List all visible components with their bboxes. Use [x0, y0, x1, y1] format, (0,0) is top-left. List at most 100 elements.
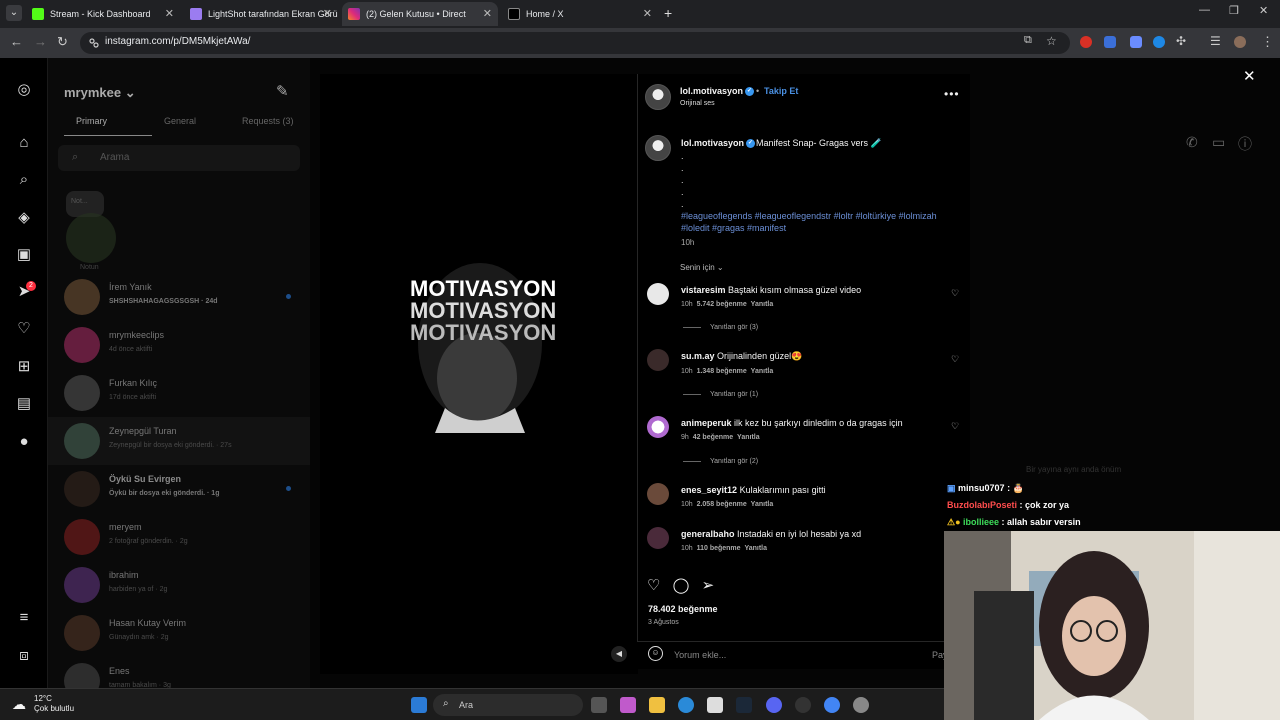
start-windows-icon[interactable]: [411, 697, 427, 713]
comment-like-heart-icon[interactable]: ♡: [951, 288, 959, 299]
comment-username[interactable]: animeperuk: [681, 418, 732, 428]
conversation-item[interactable]: Hasan Kutay Verim Günaydın amk · 2g: [48, 609, 310, 657]
instagram-logo-icon[interactable]: ◎: [16, 82, 32, 98]
reading-list-icon[interactable]: ☰: [1210, 34, 1221, 48]
extension-blue-icon[interactable]: [1130, 36, 1142, 48]
comment-sort-dropdown[interactable]: Senin için ⌄: [680, 263, 724, 272]
home-icon[interactable]: ⌂: [16, 135, 32, 151]
more-options-icon[interactable]: •••: [944, 87, 960, 101]
reply-button[interactable]: Yanıtla: [737, 434, 760, 441]
audio-label[interactable]: Orijinal ses: [680, 100, 715, 107]
minimize-button[interactable]: —: [1199, 4, 1210, 16]
info-icon[interactable]: ⓘ: [1238, 134, 1252, 154]
likes-count[interactable]: 78.402 beğenme: [648, 604, 718, 614]
obs-icon[interactable]: [795, 697, 811, 713]
close-tab-icon[interactable]: ✕: [323, 2, 332, 26]
site-info-icon[interactable]: [88, 37, 100, 49]
profile-icon[interactable]: ●: [16, 434, 32, 450]
close-tab-icon[interactable]: ✕: [165, 2, 174, 26]
search-icon[interactable]: ⌕: [16, 172, 32, 188]
like-heart-icon[interactable]: ♡: [647, 577, 660, 594]
tab-kick[interactable]: Stream - Kick Dashboard ✕: [26, 2, 180, 26]
new-tab-button[interactable]: +: [664, 5, 672, 21]
comment-input[interactable]: Yorum ekle...: [674, 650, 726, 660]
tab-requests[interactable]: Requests (3): [242, 116, 294, 126]
reload-icon[interactable]: ↻: [57, 34, 68, 50]
explore-icon[interactable]: ◈: [16, 210, 32, 226]
tab-primary[interactable]: Primary: [76, 116, 107, 126]
author-avatar[interactable]: [645, 84, 671, 110]
mute-toggle-icon[interactable]: ◀: [611, 646, 627, 662]
conversation-item[interactable]: Öykü Su Evirgen Öykü bir dosya eki gönde…: [48, 465, 310, 513]
more-menu-icon[interactable]: ≡: [16, 610, 32, 626]
comment-like-heart-icon[interactable]: ♡: [951, 354, 959, 365]
view-replies-button[interactable]: Yanıtları gör (1): [683, 391, 758, 398]
task-view-icon[interactable]: [591, 697, 607, 713]
menu-kebab-icon[interactable]: ⋮: [1261, 34, 1274, 50]
address-bar[interactable]: instagram.com/p/DM5MkjetAWa/: [80, 32, 1070, 54]
new-message-icon[interactable]: ✎: [276, 82, 289, 100]
comment-avatar[interactable]: [647, 483, 669, 505]
close-window-button[interactable]: ✕: [1259, 4, 1268, 17]
comment-username[interactable]: su.m.ay: [681, 351, 715, 361]
comment-avatar[interactable]: [647, 349, 669, 371]
notifications-heart-icon[interactable]: ♡: [16, 321, 32, 337]
extension-shield-icon[interactable]: [1153, 36, 1165, 48]
tab-general[interactable]: General: [164, 116, 196, 126]
dashboard-icon[interactable]: ▤: [16, 396, 32, 412]
install-app-icon[interactable]: ⧉: [1024, 34, 1032, 47]
comment-like-heart-icon[interactable]: ♡: [951, 421, 959, 432]
view-replies-button[interactable]: Yanıtları gör (3): [683, 324, 758, 331]
conversation-item[interactable]: mrymkeeclips 4d önce aktifti: [48, 321, 310, 369]
reels-icon[interactable]: ▣: [16, 247, 32, 263]
extensions-puzzle-icon[interactable]: ✣: [1176, 34, 1186, 48]
back-icon[interactable]: ←: [10, 34, 23, 49]
emoji-icon[interactable]: ☺: [648, 646, 663, 661]
caption-avatar[interactable]: [645, 135, 671, 161]
video-call-icon[interactable]: ▭: [1212, 134, 1225, 151]
view-replies-button[interactable]: Yanıtları gör (2): [683, 458, 758, 465]
comment-avatar[interactable]: [647, 283, 669, 305]
tab-lightshot[interactable]: LightShot tarafından Ekran Görü ✕: [184, 2, 338, 26]
dm-search-input[interactable]: ⌕ Arama: [58, 145, 300, 171]
discord-icon[interactable]: [766, 697, 782, 713]
comment-username[interactable]: enes_seyit12: [681, 485, 737, 495]
tab-instagram[interactable]: (2) Gelen Kutusu • Direct ✕: [342, 2, 498, 26]
call-icon[interactable]: ✆: [1186, 134, 1198, 151]
maximize-button[interactable]: ❐: [1229, 4, 1239, 17]
extension-translate-icon[interactable]: [1104, 36, 1116, 48]
conversation-item[interactable]: Furkan Kılıç 17d önce aktifti: [48, 369, 310, 417]
caption-username[interactable]: lol.motivasyon ✓: [681, 138, 756, 149]
close-modal-icon[interactable]: ✕: [1243, 67, 1256, 85]
also-from-meta-icon[interactable]: ⧈: [16, 648, 32, 664]
reply-button[interactable]: Yanıtla: [751, 501, 774, 508]
weather-cloud-icon[interactable]: ☁: [12, 696, 26, 713]
create-icon[interactable]: ⊞: [16, 359, 32, 375]
reply-button[interactable]: Yanıtla: [751, 301, 774, 308]
conversation-item-selected[interactable]: Zeynepgül Turan Zeynepgül bir dosya eki …: [48, 417, 310, 465]
note-avatar[interactable]: [66, 213, 116, 263]
tab-search-button[interactable]: ⌄: [6, 5, 22, 21]
steam-icon[interactable]: [736, 697, 752, 713]
reply-button[interactable]: Yanıtla: [744, 545, 767, 552]
comment-bubble-icon[interactable]: ◯: [673, 577, 690, 594]
settings-gear-icon[interactable]: [853, 697, 869, 713]
bookmark-star-icon[interactable]: ☆: [1046, 34, 1057, 48]
conversation-item[interactable]: ibrahim harbiden ya of · 2g: [48, 561, 310, 609]
edge-icon[interactable]: [678, 697, 694, 713]
reply-button[interactable]: Yanıtla: [751, 368, 774, 375]
comment-username[interactable]: vistaresim: [681, 285, 726, 295]
extension-red-icon[interactable]: [1080, 36, 1092, 48]
file-explorer-icon[interactable]: [649, 697, 665, 713]
taskbar-search[interactable]: ⌕ Ara: [433, 694, 583, 716]
comment-avatar[interactable]: [647, 416, 669, 438]
tab-x[interactable]: Home / X ✕: [502, 2, 658, 26]
profile-avatar-icon[interactable]: [1234, 36, 1246, 48]
close-tab-icon[interactable]: ✕: [483, 2, 492, 26]
follow-button[interactable]: Takip Et: [764, 86, 798, 96]
forward-icon[interactable]: →: [34, 34, 47, 49]
caption-hashtags[interactable]: #leagueoflegends #leagueoflegendstr #lol…: [681, 210, 961, 234]
author-username[interactable]: lol.motivasyon ✓: [680, 86, 755, 97]
comment-username[interactable]: generalbaho: [681, 529, 735, 539]
copilot-icon[interactable]: [620, 697, 636, 713]
